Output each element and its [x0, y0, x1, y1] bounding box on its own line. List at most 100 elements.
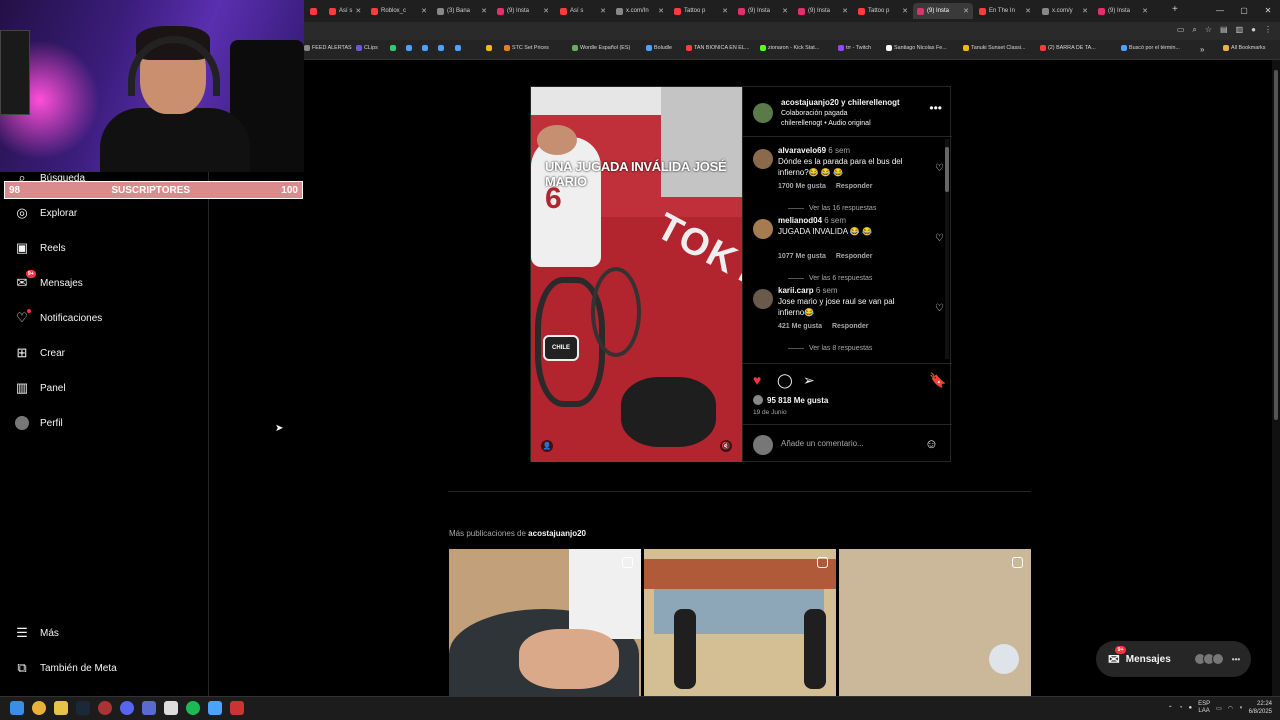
tab-close-icon[interactable]: ✕: [1082, 7, 1088, 15]
like-heart-icon[interactable]: ♥: [753, 372, 761, 388]
zoom-icon[interactable]: ⌕: [1192, 25, 1196, 35]
bookmark-item[interactable]: [486, 45, 494, 51]
discord-icon[interactable]: [120, 701, 134, 715]
bookmark-item[interactable]: Boludle: [646, 45, 672, 51]
bookmark-item[interactable]: Santiago Nicolas Fe...: [886, 45, 947, 51]
comment-avatar[interactable]: [753, 149, 773, 169]
new-tab-button[interactable]: +: [1172, 4, 1178, 15]
emoji-icon[interactable]: ☺: [925, 436, 938, 451]
comment-user[interactable]: melianod04: [778, 216, 822, 225]
tab-close-icon[interactable]: ✕: [355, 7, 361, 15]
reply-button[interactable]: Responder: [832, 323, 869, 330]
more-post-thumb[interactable]: [449, 549, 641, 696]
share-icon[interactable]: ➢: [803, 372, 815, 389]
app-icon[interactable]: [208, 701, 222, 715]
comment-icon[interactable]: ◯: [777, 372, 793, 389]
cast-icon[interactable]: ▭: [1177, 25, 1185, 35]
post-authors[interactable]: acostajuanjo20 y chilerellenogt: [781, 98, 900, 107]
more-options-icon[interactable]: •••: [929, 101, 942, 115]
bookmark-item[interactable]: [406, 45, 414, 51]
browser-tab[interactable]: (3) Bana ✕: [433, 3, 491, 19]
tab-close-icon[interactable]: ✕: [1142, 7, 1148, 15]
tab-close-icon[interactable]: ✕: [658, 7, 664, 15]
comment-user[interactable]: alvaravelo69: [778, 146, 826, 155]
browser-tab[interactable]: Así s ✕: [556, 3, 610, 19]
browser-tab[interactable]: Tattoo p ✕: [670, 3, 732, 19]
spotify-icon[interactable]: [186, 701, 200, 715]
menu-dots-icon[interactable]: ⋮: [1264, 25, 1272, 35]
bookmark-item[interactable]: STC Set Prices: [504, 45, 549, 51]
bookmark-item[interactable]: Buscó por el términ...: [1121, 45, 1180, 51]
bookmark-item[interactable]: [422, 45, 430, 51]
bookmark-item[interactable]: zionaron - Kick Stat...: [760, 45, 819, 51]
chevron-right-icon[interactable]: »: [1200, 45, 1204, 54]
sidebar-item-reels[interactable]: ▣ Reels: [14, 240, 66, 256]
comment-input[interactable]: Añade un comentario...: [781, 439, 864, 448]
sidebar-item-meta[interactable]: ⧉ También de Meta: [14, 660, 116, 676]
more-posts-user[interactable]: acostajuanjo20: [528, 529, 586, 538]
file-explorer-icon[interactable]: [54, 701, 68, 715]
profile-icon[interactable]: ●: [1251, 25, 1256, 35]
comments-scrollbar[interactable]: [945, 139, 949, 359]
sidebar-item-plus-square[interactable]: ⊞ Crear: [14, 345, 65, 361]
chevron-up-icon[interactable]: ⌃: [1168, 705, 1173, 712]
comment-likes[interactable]: 1700 Me gusta: [778, 183, 826, 190]
app-icon[interactable]: [164, 701, 178, 715]
browser-tab[interactable]: Roblox_c ✕: [367, 3, 431, 19]
page-scrollbar[interactable]: [1272, 60, 1280, 696]
view-replies[interactable]: Ver las 6 respuestas: [788, 275, 872, 282]
star-icon[interactable]: ☆: [1205, 25, 1212, 35]
comment-like-icon[interactable]: ♡: [935, 303, 944, 314]
tagged-user-icon[interactable]: 👤: [541, 440, 553, 452]
browser-tab[interactable]: (9) Insta ✕: [493, 3, 553, 19]
app-icon[interactable]: [142, 701, 156, 715]
all-bookmarks[interactable]: All Bookmarks: [1223, 45, 1265, 51]
mic-icon[interactable]: ●: [1188, 705, 1192, 711]
tab-close-icon[interactable]: ✕: [782, 7, 788, 15]
post-video[interactable]: TOKYO 6 UNA JUGADA INVÁLIDA JOSÉ MARIO C…: [531, 87, 742, 462]
tab-close-icon[interactable]: ✕: [323, 7, 324, 15]
browser-tab[interactable]: x.com/In ✕: [612, 3, 668, 19]
monitor-icon[interactable]: ▭: [1216, 705, 1222, 712]
comment-avatar[interactable]: [753, 289, 773, 309]
chrome-icon[interactable]: [32, 701, 46, 715]
likes-count[interactable]: 95 818 Me gusta: [753, 395, 828, 405]
comment-user[interactable]: karii.carp: [778, 286, 814, 295]
tab-close-icon[interactable]: ✕: [543, 7, 549, 15]
reply-button[interactable]: Responder: [836, 183, 873, 190]
bookmark-item[interactable]: Wordle Español (ES): [572, 45, 630, 51]
browser-tab[interactable]: (9) Insta ✕: [1094, 3, 1152, 19]
bookmark-icon[interactable]: 🔖: [929, 372, 946, 389]
sidebar-item-compass[interactable]: ◎ Explorar: [14, 205, 77, 221]
volume-icon[interactable]: ◖: [1239, 705, 1243, 711]
tab-close-icon[interactable]: ✕: [963, 7, 969, 15]
wifi-icon[interactable]: ◠: [1228, 705, 1233, 712]
browser-tab[interactable]: x.com/y ✕: [1038, 3, 1092, 19]
more-post-thumb[interactable]: [644, 549, 836, 696]
tab-close-icon[interactable]: ✕: [600, 7, 606, 15]
browser-tab[interactable]: (9) Insta ✕: [734, 3, 792, 19]
author-avatar[interactable]: [753, 103, 773, 123]
network-icon[interactable]: ◔: [1179, 705, 1183, 711]
app-icon[interactable]: [230, 701, 244, 715]
sidepanel-icon[interactable]: ▥: [1236, 25, 1244, 35]
extensions-icon[interactable]: ▤: [1220, 25, 1228, 35]
clock[interactable]: 22:24 6/8/2025: [1249, 700, 1272, 716]
view-replies[interactable]: Ver las 8 respuestas: [788, 345, 872, 352]
tab-close-icon[interactable]: ✕: [902, 7, 908, 15]
sidebar-item-avatar[interactable]: Perfil: [14, 415, 63, 431]
maximize-icon[interactable]: ▢: [1232, 0, 1256, 20]
bookmark-item[interactable]: TAN BIONICA EN EL...: [686, 45, 749, 51]
sidebar-item-chart[interactable]: ▥ Panel: [14, 380, 66, 396]
windows-start-icon[interactable]: [10, 701, 24, 715]
comment-like-icon[interactable]: ♡: [935, 163, 944, 174]
tab-close-icon[interactable]: ✕: [481, 7, 487, 15]
bookmark-item[interactable]: [455, 45, 463, 51]
tab-close-icon[interactable]: ✕: [722, 7, 728, 15]
comment-likes[interactable]: 421 Me gusta: [778, 323, 822, 330]
minimize-icon[interactable]: —: [1208, 0, 1232, 20]
view-replies[interactable]: Ver las 16 respuestas: [788, 205, 876, 212]
browser-tab[interactable]: (9) Insta ✕: [794, 3, 852, 19]
browser-tab[interactable]: ✕: [306, 3, 324, 19]
bookmark-item[interactable]: [390, 45, 398, 51]
